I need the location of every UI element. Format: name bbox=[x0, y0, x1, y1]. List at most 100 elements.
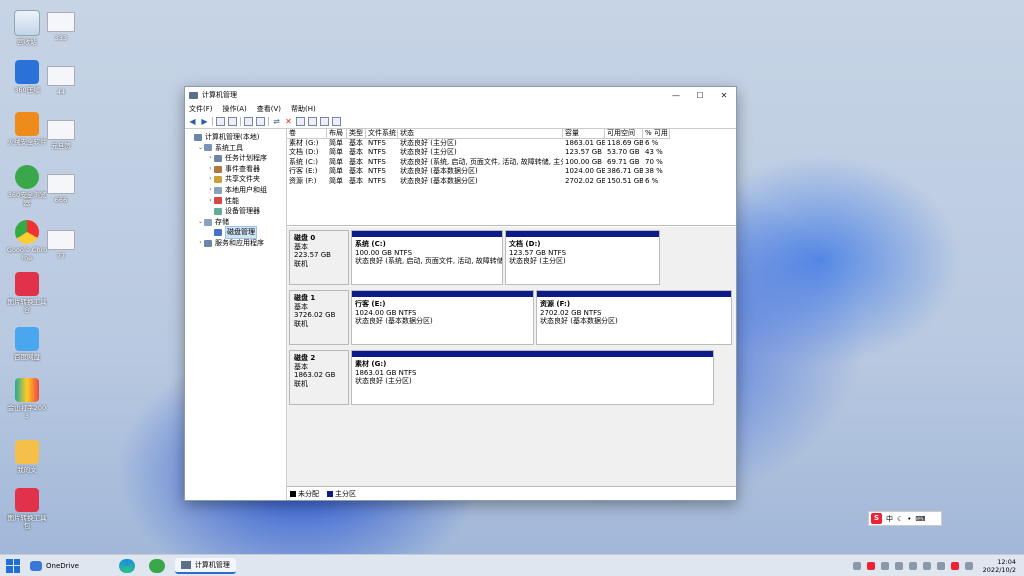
disk-label[interactable]: 磁盘 0 基本 223.57 GB 联机 bbox=[289, 230, 349, 285]
expand-chevron-icon[interactable]: › bbox=[197, 238, 204, 249]
partition-block[interactable]: 系统 (C:) 100.00 GB NTFS 状态良好 (系统, 启动, 页面文件,… bbox=[351, 230, 503, 285]
disk-size: 223.57 GB bbox=[294, 251, 331, 259]
tree-node-icon bbox=[214, 207, 222, 215]
expand-chevron-icon[interactable]: › bbox=[207, 185, 214, 196]
expand-chevron-icon[interactable]: › bbox=[207, 174, 214, 185]
start-button[interactable] bbox=[6, 558, 20, 573]
computer-management-window[interactable]: 计算机管理 — ☐ ✕ 文件(F) 操作(A) 查看(V) 帮助(H) ◀ ▶ … bbox=[184, 86, 737, 501]
ime-toolbar[interactable]: S 中 ☾ • ⌨ bbox=[868, 511, 942, 526]
table-cell: NTFS bbox=[368, 138, 386, 147]
menu-file[interactable]: 文件(F) bbox=[189, 104, 213, 114]
dot-icon[interactable]: • bbox=[907, 515, 911, 523]
desktop-icon[interactable]: 333 bbox=[40, 12, 82, 42]
search-icon[interactable] bbox=[320, 117, 329, 126]
desktop-icon[interactable]: 百度网盘 bbox=[6, 327, 48, 361]
col-volume[interactable]: 卷 bbox=[287, 129, 327, 139]
expand-chevron-icon[interactable]: ⌄ bbox=[197, 143, 204, 154]
properties-icon[interactable] bbox=[256, 117, 265, 126]
close-button[interactable]: ✕ bbox=[712, 87, 736, 103]
partition-block[interactable]: 文档 (D:) 123.57 GB NTFS 状态良好 (主分区) bbox=[505, 230, 660, 285]
tray-icon[interactable] bbox=[852, 561, 861, 570]
col-capacity[interactable]: 容量 bbox=[563, 129, 605, 139]
keyboard-icon[interactable]: ⌨ bbox=[915, 515, 925, 523]
table-row[interactable]: 文档 (D:) 简单 基本 NTFS 状态良好 (主分区) 123.57 GB 53.70 … bbox=[287, 148, 736, 158]
volume-list: 卷 布局 类型 文件系统 状态 容量 可用空间 % 可用 素材 (G:) 简单 基本… bbox=[287, 129, 736, 226]
tree-node[interactable]: 计算机管理(本地) bbox=[185, 132, 286, 143]
table-row[interactable]: 资源 (F:) 简单 基本 NTFS 状态良好 (基本数据分区) 2702.02 GB 15… bbox=[287, 177, 736, 187]
col-status[interactable]: 状态 bbox=[398, 129, 563, 139]
partition-block[interactable]: 行客 (E:) 1024.00 GB NTFS 状态良好 (基本数据分区) bbox=[351, 290, 534, 345]
partition-block[interactable]: 素材 (G:) 1863.01 GB NTFS 状态良好 (主分区) bbox=[351, 350, 714, 405]
legend-primary: 主分区 bbox=[327, 489, 356, 499]
table-cell: NTFS bbox=[368, 176, 386, 185]
taskbar-computer-management[interactable]: 计算机管理 bbox=[174, 557, 236, 574]
tree-node[interactable]: ⌄ 系统工具 bbox=[185, 143, 286, 154]
check-icon[interactable] bbox=[296, 117, 305, 126]
tray-icon[interactable] bbox=[866, 561, 875, 570]
partition-block[interactable]: 资源 (F:) 2702.02 GB NTFS 状态良好 (基本数据分区) bbox=[536, 290, 732, 345]
clock[interactable]: 12:04 2022/10/2 bbox=[983, 558, 1016, 574]
back-icon[interactable]: ◀ bbox=[188, 117, 197, 126]
tree-node[interactable]: › 事件查看器 bbox=[185, 164, 286, 175]
up-folder-icon[interactable] bbox=[216, 117, 225, 126]
col-free-space[interactable]: 可用空间 bbox=[605, 129, 643, 139]
onedrive-weather[interactable]: OneDrive bbox=[30, 560, 79, 571]
desktop-icon[interactable]: 44 bbox=[40, 66, 82, 96]
ime-mode[interactable]: 中 bbox=[886, 514, 893, 524]
expand-chevron-icon[interactable]: ⌄ bbox=[197, 217, 204, 228]
minimize-button[interactable]: — bbox=[664, 87, 688, 103]
tray-icon[interactable] bbox=[894, 561, 903, 570]
wifi-icon[interactable] bbox=[908, 561, 917, 570]
tree-node[interactable]: 磁盘管理 bbox=[185, 226, 286, 239]
tree-node[interactable]: › 共享文件夹 bbox=[185, 174, 286, 185]
disk-partitions: 系统 (C:) 100.00 GB NTFS 状态良好 (系统, 启动, 页面文件,… bbox=[351, 230, 660, 285]
tray-icon[interactable] bbox=[880, 561, 889, 570]
disk-label[interactable]: 磁盘 2 基本 1863.02 GB 联机 bbox=[289, 350, 349, 405]
table-row[interactable]: 行客 (E:) 简单 基本 NTFS 状态良好 (基本数据分区) 1024.00 GB 38… bbox=[287, 167, 736, 177]
sogou-logo-icon[interactable]: S bbox=[871, 513, 882, 524]
chevron-up-icon[interactable] bbox=[936, 561, 945, 570]
col-percent-free[interactable]: % 可用 bbox=[643, 129, 670, 139]
show-hide-tree-icon[interactable] bbox=[228, 117, 237, 126]
moon-icon[interactable]: ☾ bbox=[897, 515, 903, 523]
disk-label[interactable]: 磁盘 1 基本 3726.02 GB 联机 bbox=[289, 290, 349, 345]
expand-chevron-icon[interactable]: › bbox=[207, 196, 214, 207]
menu-action[interactable]: 操作(A) bbox=[223, 104, 247, 114]
maximize-button[interactable]: ☐ bbox=[688, 87, 712, 103]
menu-view[interactable]: 查看(V) bbox=[257, 104, 281, 114]
edge-icon[interactable] bbox=[118, 558, 135, 573]
expand-chevron-icon[interactable]: › bbox=[207, 153, 214, 164]
connect-icon[interactable]: ⇌ bbox=[272, 117, 281, 126]
col-filesystem[interactable]: 文件系统 bbox=[366, 129, 398, 139]
multi-icon bbox=[15, 378, 39, 402]
desktop-icon[interactable]: 元旦贺 bbox=[40, 120, 82, 150]
menu-help[interactable]: 帮助(H) bbox=[291, 104, 316, 114]
tree-node[interactable]: › 性能 bbox=[185, 196, 286, 207]
desktop-icon[interactable]: 图片转换工具包 bbox=[6, 488, 48, 530]
tree-node[interactable]: › 服务和应用程序 bbox=[185, 238, 286, 249]
tree-node[interactable]: › 本地用户和组 bbox=[185, 185, 286, 196]
desktop-icon[interactable]: 图片转换工具合 bbox=[6, 272, 48, 314]
desktop-icon[interactable]: 666 bbox=[40, 174, 82, 204]
table-row[interactable]: 系统 (C:) 简单 基本 NTFS 状态良好 (系统, 启动, 页面文件, 活动, 故… bbox=[287, 158, 736, 168]
title-bar[interactable]: 计算机管理 — ☐ ✕ bbox=[185, 87, 736, 103]
table-row[interactable]: 素材 (G:) 简单 基本 NTFS 状态良好 (主分区) 1863.01 GB 118.6… bbox=[287, 139, 736, 149]
volume-icon[interactable] bbox=[922, 561, 931, 570]
expand-chevron-icon[interactable]: › bbox=[207, 164, 214, 175]
tree-node[interactable]: › 任务计划程序 bbox=[185, 153, 286, 164]
col-type[interactable]: 类型 bbox=[347, 129, 366, 139]
delete-icon[interactable]: ✕ bbox=[284, 117, 293, 126]
view-icon[interactable] bbox=[332, 117, 341, 126]
sogou-tray-icon[interactable] bbox=[950, 561, 959, 570]
ime-tray-icon[interactable] bbox=[964, 561, 973, 570]
col-layout[interactable]: 布局 bbox=[327, 129, 347, 139]
desktop-icon[interactable]: 77 bbox=[40, 230, 82, 260]
desktop-icon[interactable]: 金山打字2003 bbox=[6, 378, 48, 420]
new-icon[interactable] bbox=[308, 117, 317, 126]
360-browser-icon[interactable] bbox=[148, 558, 165, 573]
tree-node[interactable]: 设备管理器 bbox=[185, 206, 286, 217]
desktop-icon[interactable]: 我的文 bbox=[6, 440, 48, 474]
forward-icon[interactable]: ▶ bbox=[200, 117, 209, 126]
help-icon[interactable] bbox=[244, 117, 253, 126]
doc-icon bbox=[47, 12, 75, 32]
